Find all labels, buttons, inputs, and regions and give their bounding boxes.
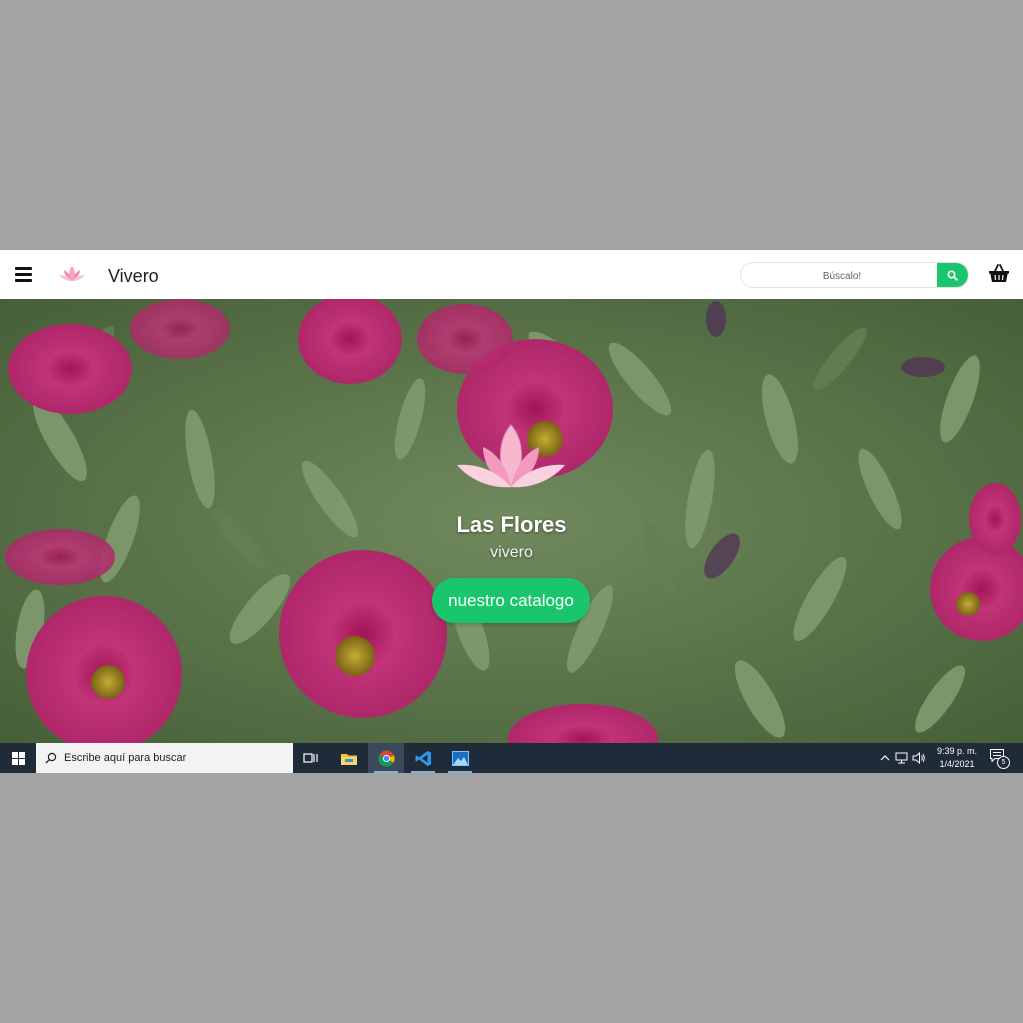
hero-section: Las Flores vivero nuestro catalogo xyxy=(0,299,1023,743)
browser-screen: Vivero Búscalo! Las Flores vivero nuestr… xyxy=(0,250,1023,773)
taskbar-clock[interactable]: 9:39 p. m. 1/4/2021 xyxy=(932,745,982,771)
taskbar-search-box[interactable]: Escribe aquí para buscar xyxy=(36,743,293,773)
taskbar-search-text: Escribe aquí para buscar xyxy=(64,752,187,764)
photos-icon xyxy=(451,750,469,766)
start-button[interactable] xyxy=(0,743,36,773)
chrome-button[interactable] xyxy=(368,743,404,773)
windows-taskbar: Escribe aquí para buscar 9:39 p. m. 1/4/… xyxy=(0,743,1023,773)
task-view-button[interactable] xyxy=(293,743,329,773)
navbar: Vivero xyxy=(0,250,1023,300)
file-explorer-icon xyxy=(341,753,357,765)
vscode-icon xyxy=(415,750,431,766)
hero-content: Las Flores vivero nuestro catalogo xyxy=(0,299,1023,743)
chevron-up-icon[interactable] xyxy=(880,754,890,762)
lotus-hero-icon xyxy=(457,424,565,488)
hamburger-menu-icon[interactable] xyxy=(15,267,32,282)
search-input[interactable] xyxy=(741,263,943,287)
clock-time: 9:39 p. m. xyxy=(936,746,978,756)
basket-icon[interactable] xyxy=(988,264,1010,284)
volume-icon[interactable] xyxy=(912,752,926,764)
windows-logo-icon xyxy=(11,751,25,765)
search-icon xyxy=(45,752,57,764)
notification-center-button[interactable]: 5 xyxy=(990,749,1010,769)
photos-button[interactable] xyxy=(442,743,478,773)
system-tray xyxy=(880,743,926,773)
vscode-button[interactable] xyxy=(405,743,441,773)
task-view-icon xyxy=(303,753,318,763)
search-button[interactable] xyxy=(937,263,968,287)
network-icon[interactable] xyxy=(895,752,909,764)
lotus-logo-icon[interactable] xyxy=(58,264,86,284)
clock-date: 1/4/2021 xyxy=(939,759,975,769)
brand-name[interactable]: Vivero xyxy=(108,266,159,287)
search-icon xyxy=(947,269,958,281)
chrome-icon xyxy=(378,750,395,766)
hero-subtitle: vivero xyxy=(490,544,533,561)
file-explorer-button[interactable] xyxy=(331,743,367,773)
notification-count-badge: 5 xyxy=(997,756,1010,769)
catalog-button[interactable]: nuestro catalogo xyxy=(432,578,590,623)
hero-title: Las Flores xyxy=(456,512,567,537)
search-bar xyxy=(740,262,969,288)
